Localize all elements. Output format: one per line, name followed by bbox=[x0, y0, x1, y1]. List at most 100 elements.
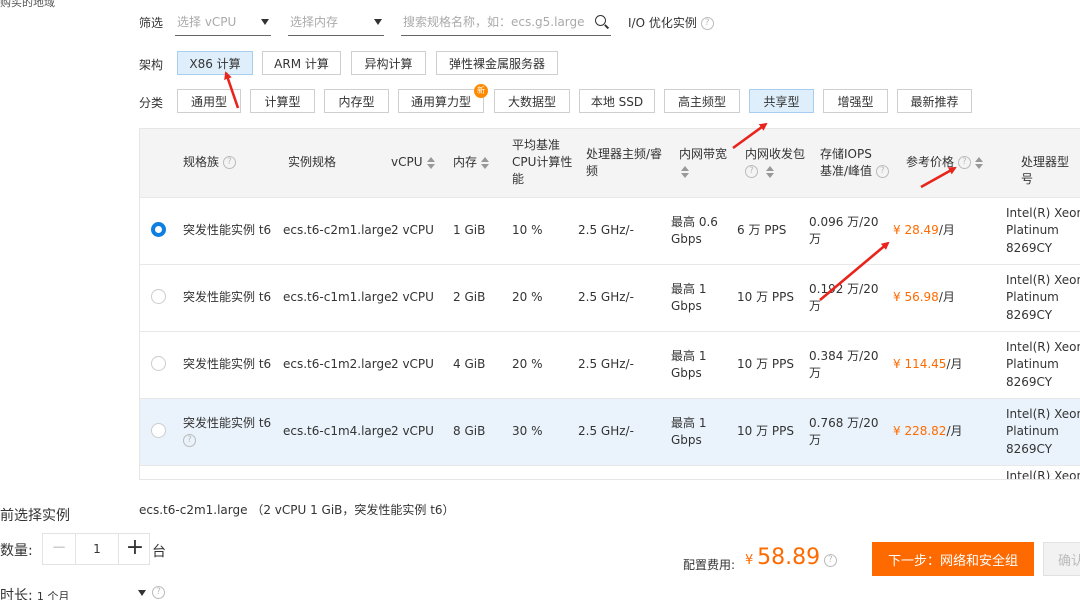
row-bandwidth-line2: Gbps bbox=[671, 232, 702, 246]
col-frequency: 处理器主频/睿 频 bbox=[586, 146, 662, 180]
row-iops-line2: 万 bbox=[809, 232, 822, 246]
row-price: ¥ 114.45 /月 bbox=[893, 332, 962, 398]
row-iops: 0.768 万/20 万 bbox=[809, 399, 878, 465]
confirm-order-button[interactable]: 确认 bbox=[1043, 542, 1080, 576]
table-row[interactable]: 突发性能实例 t6 ecs.t6-c1m1.large 2 vCPU 2 GiB… bbox=[140, 264, 1080, 331]
table-row[interactable]: 突发性能实例 t6 ecs.t6-c1m2.large 2 vCPU 4 GiB… bbox=[140, 331, 1080, 398]
col-family: 规格族 ? bbox=[183, 154, 236, 171]
fee-amount: ¥ 58.89 ? bbox=[745, 545, 837, 570]
row-radio[interactable] bbox=[151, 356, 166, 371]
col-vcpu[interactable]: vCPU bbox=[391, 154, 436, 171]
row-cpu-line3: 8269CY bbox=[1006, 441, 1053, 456]
category-general-button[interactable]: 通用型 bbox=[177, 89, 241, 113]
quantity-stepper: − 1 + bbox=[42, 533, 150, 565]
row-price-unit: /月 bbox=[946, 357, 963, 372]
new-badge: 新 bbox=[474, 84, 488, 98]
row-bandwidth: 最高 0.6 Gbps bbox=[671, 198, 718, 264]
table-row[interactable]: 突发性能实例 t6 ecs.t6-c2m1.large 2 vCPU 1 GiB… bbox=[140, 197, 1080, 264]
row-baseline: 20 % bbox=[512, 357, 543, 372]
sort-icon[interactable] bbox=[765, 165, 775, 178]
category-latest-button[interactable]: 最新推荐 bbox=[897, 89, 972, 113]
row-baseline: 30 % bbox=[512, 424, 543, 439]
row-price-unit: /月 bbox=[938, 290, 955, 305]
plus-icon[interactable]: + bbox=[119, 534, 151, 564]
row-iops-line1: 0.768 万/20 bbox=[809, 415, 879, 430]
help-icon[interactable]: ? bbox=[700, 17, 714, 30]
sort-icon[interactable] bbox=[481, 156, 490, 169]
col-price-label: 参考价格 bbox=[906, 155, 955, 169]
arch-arm-button[interactable]: ARM 计算 bbox=[262, 51, 341, 75]
row-bandwidth-line1: 最高 1 bbox=[671, 281, 707, 296]
col-baseline-line2: CPU计算性 bbox=[512, 155, 573, 169]
row-price-unit: /月 bbox=[938, 223, 955, 238]
arch-bare-metal-button[interactable]: 弹性裸金属服务器 bbox=[436, 51, 558, 75]
col-baseline-line3: 能 bbox=[512, 172, 525, 186]
col-bandwidth[interactable]: 内网带宽 bbox=[679, 146, 727, 180]
category-compute-button[interactable]: 计算型 bbox=[250, 89, 315, 113]
category-high-freq-button[interactable]: 高主频型 bbox=[664, 89, 740, 113]
sort-icon[interactable] bbox=[426, 156, 436, 169]
row-baseline: 10 % bbox=[512, 223, 543, 238]
col-iops-line2: 基准/峰值 bbox=[820, 164, 873, 178]
row-price-value: ¥ 56.98 bbox=[893, 290, 939, 305]
next-network-security-button[interactable]: 下一步：网络和安全组 bbox=[872, 542, 1034, 576]
vcpu-select[interactable]: 选择 vCPU bbox=[175, 8, 271, 36]
help-icon[interactable]: ? bbox=[823, 554, 837, 567]
fee-value: 58.89 bbox=[757, 545, 821, 570]
chevron-down-icon[interactable] bbox=[138, 590, 146, 596]
row-spec: ecs.t6-c1m1.large bbox=[283, 290, 392, 305]
row-cpu-line3: 8269CY bbox=[1006, 374, 1053, 389]
help-icon[interactable]: ? bbox=[222, 156, 236, 169]
table-row[interactable]: Intel(R) Xeon(R) bbox=[140, 465, 1080, 479]
quantity-label: 数量: bbox=[0, 543, 33, 559]
col-pps[interactable]: 内网收发包 ? bbox=[745, 146, 805, 180]
help-icon[interactable]: ? bbox=[875, 165, 889, 178]
category-local-ssd-button[interactable]: 本地 SSD bbox=[579, 89, 655, 113]
help-icon[interactable]: ? bbox=[152, 586, 165, 599]
spec-search-input[interactable]: 搜索规格名称，如：ecs.g5.large bbox=[401, 8, 611, 36]
arch-x86-button[interactable]: X86 计算 bbox=[177, 51, 253, 75]
help-icon[interactable]: ? bbox=[745, 165, 758, 178]
current-instance-section-title: 前选择实例 bbox=[0, 508, 70, 524]
col-family-label: 规格族 bbox=[183, 155, 220, 169]
row-radio[interactable] bbox=[151, 423, 166, 438]
search-icon[interactable] bbox=[595, 14, 609, 29]
table-row[interactable]: 突发性能实例 t6 ? ecs.t6-c1m4.large 2 vCPU 8 G… bbox=[140, 398, 1080, 465]
row-cpu-model: Intel(R) Xeon(R) Platinum 8269CY bbox=[1006, 198, 1080, 264]
row-bandwidth-line2: Gbps bbox=[671, 366, 702, 380]
help-icon[interactable]: ? bbox=[183, 434, 196, 447]
duration-value[interactable]: 1 个月 bbox=[37, 590, 70, 600]
category-shared-button[interactable]: 共享型 bbox=[749, 89, 814, 113]
row-spec: ecs.t6-c1m4.large bbox=[283, 424, 392, 439]
col-iops: 存储IOPS 基准/峰值 ? bbox=[820, 146, 889, 180]
sort-icon[interactable] bbox=[974, 156, 984, 169]
row-family: 突发性能实例 t6 bbox=[183, 290, 272, 305]
row-family: 突发性能实例 t6 ? bbox=[183, 399, 271, 465]
row-memory: 2 GiB bbox=[453, 290, 486, 305]
minus-icon[interactable]: − bbox=[43, 534, 75, 564]
col-price[interactable]: 参考价格 ? bbox=[906, 154, 984, 171]
row-iops-line1: 0.384 万/20 bbox=[809, 348, 879, 363]
row-iops-line2: 万 bbox=[809, 433, 822, 447]
help-icon[interactable]: ? bbox=[957, 156, 971, 169]
row-spec: ecs.t6-c1m2.large bbox=[283, 357, 392, 372]
quantity-unit: 台 bbox=[152, 544, 166, 560]
quantity-input[interactable]: 1 bbox=[75, 534, 119, 564]
row-vcpu: 2 vCPU bbox=[391, 290, 434, 305]
category-memory-button[interactable]: 内存型 bbox=[324, 89, 389, 113]
arch-heterogeneous-button[interactable]: 异构计算 bbox=[351, 51, 426, 75]
filter-label: 筛选 bbox=[139, 16, 164, 30]
row-frequency: 2.5 GHz/- bbox=[578, 290, 634, 305]
category-universal-button[interactable]: 通用算力型 新 bbox=[398, 84, 488, 113]
sort-icon[interactable] bbox=[681, 165, 690, 178]
row-bandwidth: 最高 1 Gbps bbox=[671, 399, 706, 465]
arch-label: 架构 bbox=[139, 58, 164, 72]
row-radio[interactable] bbox=[151, 289, 166, 304]
row-price-value: ¥ 28.49 bbox=[893, 223, 939, 238]
chevron-down-icon bbox=[261, 18, 269, 25]
row-radio[interactable] bbox=[151, 222, 166, 237]
col-memory[interactable]: 内存 bbox=[453, 154, 490, 171]
memory-select[interactable]: 选择内存 bbox=[288, 8, 384, 36]
category-big-data-button[interactable]: 大数据型 bbox=[494, 89, 570, 113]
category-enhanced-button[interactable]: 增强型 bbox=[823, 89, 888, 113]
